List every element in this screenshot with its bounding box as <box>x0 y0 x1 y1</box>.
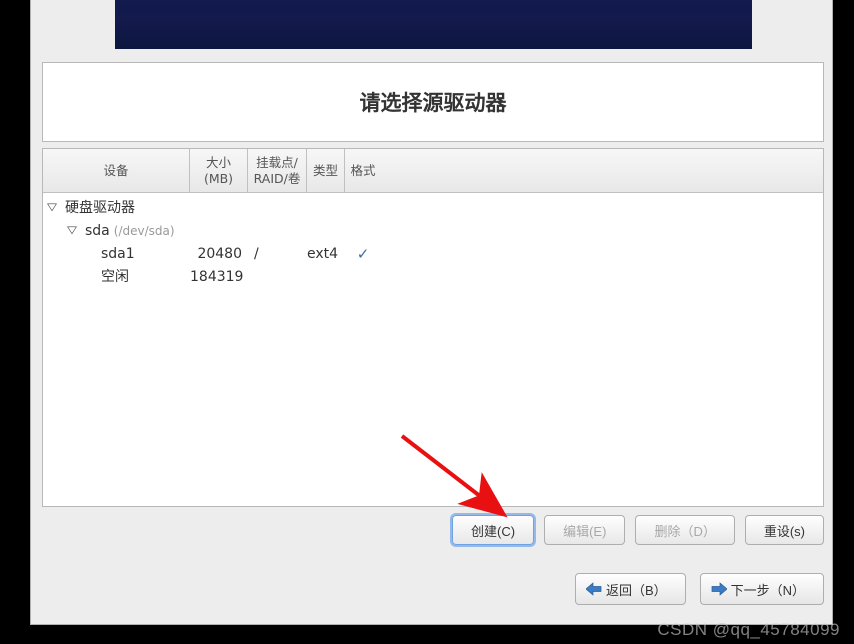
device-table: 设备 大小 (MB) 挂载点/ RAID/卷 类型 格式 ▽ 硬盘驱动器 ▽ s… <box>42 148 824 507</box>
arrow-left-icon <box>586 582 602 596</box>
table-row[interactable]: sda1 20480 / ext4 ✓ <box>43 243 823 266</box>
table-body: ▽ 硬盘驱动器 ▽ sda (/dev/sda) sda1 20480 / ex… <box>43 193 823 289</box>
expand-toggle-icon[interactable]: ▽ <box>66 219 79 242</box>
back-button[interactable]: 返回（B） <box>575 573 686 605</box>
table-row[interactable]: 空闲 184319 <box>43 266 823 289</box>
partition-size: 184319 <box>190 266 248 289</box>
action-buttons: 创建(C) 编辑(E) 删除（D） 重设(s) <box>42 515 824 549</box>
col-type[interactable]: 类型 <box>307 149 345 192</box>
partition-name: 空闲 <box>101 266 129 289</box>
partition-format: ✓ <box>345 243 381 266</box>
edit-button[interactable]: 编辑(E) <box>544 515 625 545</box>
next-button[interactable]: 下一步（N） <box>700 573 824 605</box>
table-header: 设备 大小 (MB) 挂载点/ RAID/卷 类型 格式 <box>43 149 823 193</box>
partition-mount: / <box>248 243 307 266</box>
root-label: 硬盘驱动器 <box>65 197 135 220</box>
next-label: 下一步（N） <box>731 580 805 599</box>
partition-name: sda1 <box>101 243 135 266</box>
partition-type: ext4 <box>307 243 345 266</box>
dialog-title: 请选择源驱动器 <box>360 87 507 117</box>
col-format[interactable]: 格式 <box>345 149 381 192</box>
disk-path: (/dev/sda) <box>114 220 175 243</box>
top-banner <box>115 0 752 49</box>
tree-row-disk[interactable]: ▽ sda (/dev/sda) <box>43 220 823 243</box>
create-button[interactable]: 创建(C) <box>452 515 534 545</box>
arrow-right-icon <box>711 582 727 596</box>
dialog-window: 请选择源驱动器 设备 大小 (MB) 挂载点/ RAID/卷 类型 格式 ▽ 硬… <box>30 0 833 625</box>
col-device[interactable]: 设备 <box>43 149 190 192</box>
nav-buttons: 返回（B） 下一步（N） <box>42 573 824 608</box>
reset-button[interactable]: 重设(s) <box>745 515 824 545</box>
partition-size: 20480 <box>190 243 248 266</box>
expand-toggle-icon[interactable]: ▽ <box>46 196 59 219</box>
col-mount[interactable]: 挂载点/ RAID/卷 <box>248 149 307 192</box>
col-size[interactable]: 大小 (MB) <box>190 149 248 192</box>
back-label: 返回（B） <box>606 580 667 599</box>
title-panel: 请选择源驱动器 <box>42 62 824 142</box>
delete-button[interactable]: 删除（D） <box>635 515 734 545</box>
tree-row-root[interactable]: ▽ 硬盘驱动器 <box>43 197 823 220</box>
disk-name: sda <box>85 220 110 243</box>
watermark: CSDN @qq_45784099 <box>657 620 840 640</box>
checkmark-icon: ✓ <box>357 243 370 266</box>
